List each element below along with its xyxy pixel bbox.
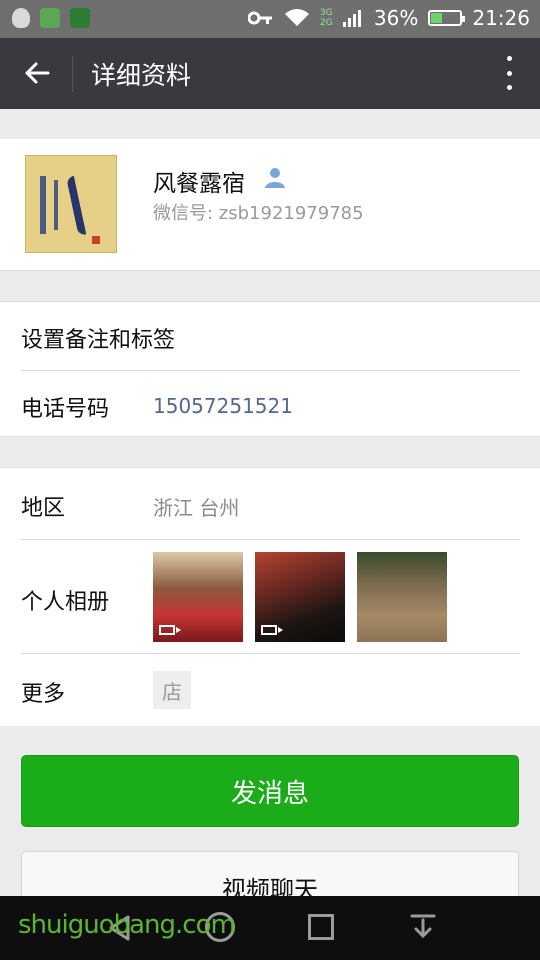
region-label: 地区: [21, 496, 66, 521]
shield-icon: [12, 8, 30, 28]
nav-recent-apps-icon[interactable]: [308, 914, 334, 940]
remark-label: 设置备注和标签: [21, 328, 176, 353]
phone-number[interactable]: 15057251521: [153, 394, 293, 418]
album-label: 个人相册: [21, 590, 110, 615]
album-photo-1[interactable]: [153, 552, 243, 642]
avatar[interactable]: [25, 155, 117, 253]
store-icon[interactable]: 店: [153, 671, 191, 709]
send-message-button[interactable]: 发消息: [21, 755, 519, 827]
notification-icons: [12, 8, 90, 28]
battery-fill: [431, 13, 443, 23]
watermark: shuiguobang.com: [18, 910, 236, 940]
remark-row[interactable]: 设置备注和标签: [0, 302, 540, 370]
info-section-1: 设置备注和标签 电话号码 15057251521: [0, 301, 540, 437]
fruit-app-icon: [70, 8, 90, 28]
video-icon: [159, 625, 181, 635]
more-options-icon[interactable]: [504, 56, 514, 90]
network-type: 3G 2G: [319, 8, 333, 28]
back-arrow-icon[interactable]: [22, 58, 52, 88]
more-label: 更多: [21, 682, 66, 707]
album-photo-2[interactable]: [255, 552, 345, 642]
key-icon: [247, 11, 272, 25]
phone-label: 电话号码: [21, 397, 110, 422]
video-icon: [261, 625, 283, 635]
wifi-icon: [284, 9, 309, 26]
phone-row[interactable]: 电话号码 15057251521: [0, 371, 540, 437]
more-row[interactable]: 更多: [0, 654, 540, 726]
region-value: 浙江 台州: [153, 496, 240, 520]
battery-percent: 36%: [373, 6, 419, 30]
app-notification-icon: [40, 8, 60, 28]
status-bar: 3G 2G 36% 21:26: [0, 0, 540, 38]
info-section-2: 地区 浙江 台州 个人相册 更多 店: [0, 467, 540, 726]
signal-icon: [342, 10, 361, 27]
appbar-divider: [72, 56, 73, 92]
nav-notification-pull-icon[interactable]: [408, 912, 438, 942]
battery-icon: [428, 10, 466, 26]
contact-name: 风餐露宿: [153, 171, 245, 197]
clock: 21:26: [472, 6, 530, 30]
status-right: 3G 2G 36% 21:26: [247, 6, 530, 30]
page-title: 详细资料: [91, 61, 192, 90]
region-row: 地区 浙江 台州: [0, 468, 540, 539]
wechat-id: 微信号: zsb1921979785: [153, 203, 364, 224]
app-bar: 详细资料: [0, 38, 540, 109]
album-photo-3[interactable]: [357, 552, 447, 642]
person-icon: [265, 168, 285, 188]
